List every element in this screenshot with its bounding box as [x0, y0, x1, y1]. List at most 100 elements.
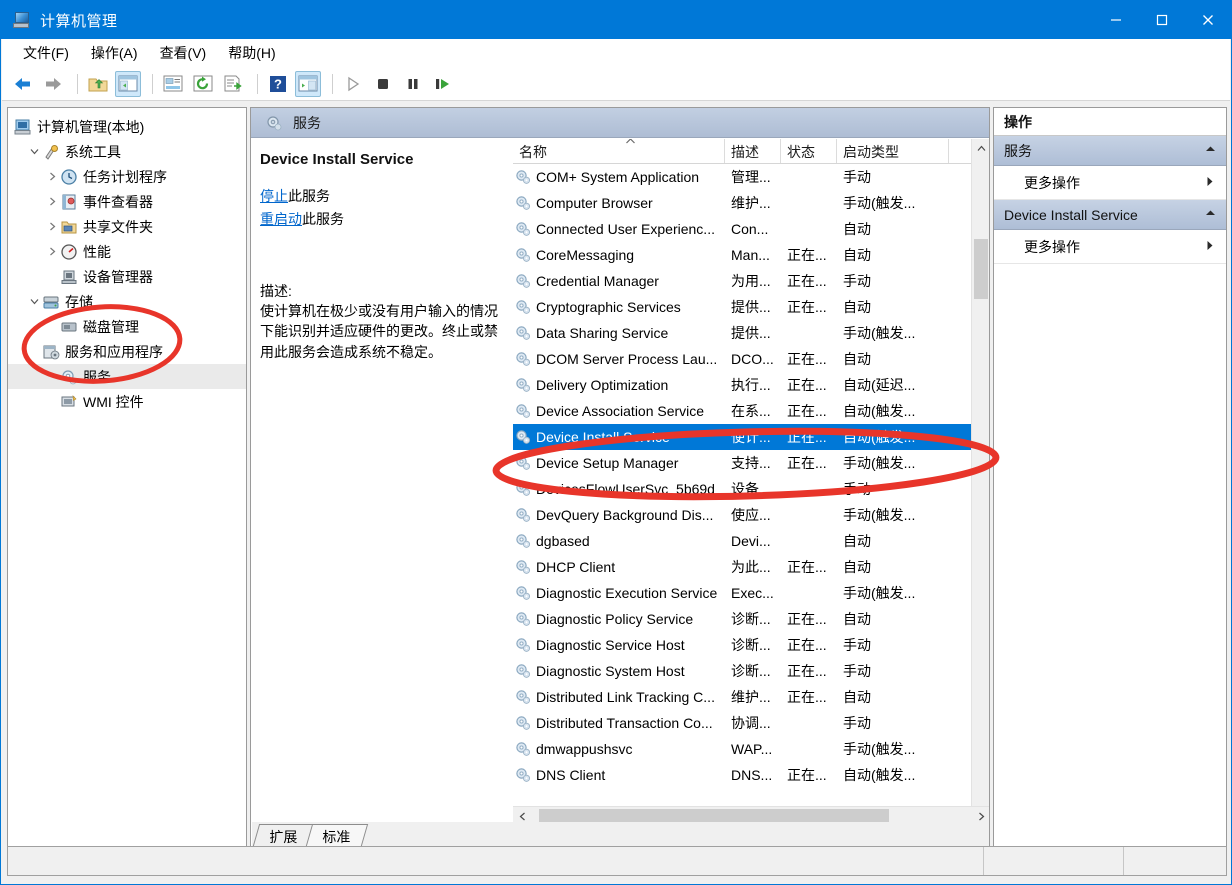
tree-item-shared-folders[interactable]: 共享文件夹: [8, 214, 246, 239]
stop-service-suffix: 此服务: [288, 188, 330, 204]
menu-view[interactable]: 查看(V): [149, 39, 218, 67]
play-icon-button[interactable]: [340, 71, 366, 97]
chevron-right-icon[interactable]: [1206, 176, 1214, 190]
table-row[interactable]: Credential Manager 为用... 正在... 手动: [513, 268, 972, 294]
services-list-vertical-scrollbar[interactable]: [971, 139, 989, 824]
chevron-right-icon[interactable]: [44, 194, 60, 210]
forward-button[interactable]: [40, 71, 66, 97]
window-title: 计算机管理: [40, 12, 118, 30]
table-row[interactable]: dmwappushsvc WAP... 手动(触发...: [513, 736, 972, 762]
tree-item-performance[interactable]: 性能: [8, 239, 246, 264]
cell-service-name: Connected User Experienc...: [513, 221, 725, 237]
folder-up-icon-button[interactable]: [85, 71, 111, 97]
tree-item-wmi-control[interactable]: WMI 控件: [8, 389, 246, 414]
cell-startup-type: 手动: [843, 169, 871, 185]
help-icon-button[interactable]: ?: [265, 71, 291, 97]
table-row[interactable]: Device Setup Manager 支持... 正在... 手动(触发...: [513, 450, 972, 476]
menu-file[interactable]: 文件(F): [12, 39, 80, 67]
table-row[interactable]: Computer Browser 维护... 手动(触发...: [513, 190, 972, 216]
close-button[interactable]: [1185, 1, 1231, 39]
action-more-actions-selected-service[interactable]: 更多操作: [994, 230, 1226, 264]
table-row[interactable]: Connected User Experienc... Con... 自动: [513, 216, 972, 242]
task-scheduler-icon: [60, 168, 78, 186]
horizontal-scroll-thumb[interactable]: [539, 809, 889, 823]
column-name[interactable]: 名称: [513, 139, 725, 163]
column-description[interactable]: 描述: [725, 139, 781, 163]
back-button[interactable]: [10, 71, 36, 97]
table-row[interactable]: DevQuery Background Dis... 使应... 手动(触发...: [513, 502, 972, 528]
tree-item-computer-management[interactable]: 计算机管理(本地): [8, 114, 246, 139]
action-more-actions-services[interactable]: 更多操作: [994, 166, 1226, 200]
tree-label: 计算机管理(本地): [37, 118, 145, 135]
toolbar-separator-4: [332, 73, 333, 94]
chevron-up-icon[interactable]: [1205, 145, 1216, 156]
cell-startup-type: 手动: [843, 481, 871, 497]
chevron-down-icon[interactable]: [26, 294, 42, 310]
table-row[interactable]: Diagnostic Execution Service Exec... 手动(触发…: [513, 580, 972, 606]
table-row[interactable]: Data Sharing Service 提供... 手动(触发...: [513, 320, 972, 346]
tree-item-task-scheduler[interactable]: 任务计划程序: [8, 164, 246, 189]
table-row[interactable]: Delivery Optimization 执行... 正在... 自动(延迟...: [513, 372, 972, 398]
menu-action[interactable]: 操作(A): [80, 39, 149, 67]
table-row[interactable]: DHCP Client 为此... 正在... 自动: [513, 554, 972, 580]
minimize-button[interactable]: [1093, 1, 1139, 39]
tree-item-device-manager[interactable]: 设备管理器: [8, 264, 246, 289]
action-group-services[interactable]: 服务: [994, 136, 1226, 166]
table-row[interactable]: Distributed Transaction Co... 协调... 手动: [513, 710, 972, 736]
table-row[interactable]: Diagnostic Service Host 诊断... 正在... 手动: [513, 632, 972, 658]
table-row[interactable]: DCOM Server Process Lau... DCO... 正在... 自动: [513, 346, 972, 372]
cell-service-name: COM+ System Application: [513, 169, 725, 185]
tree-item-services-and-applications[interactable]: 服务和应用程序: [8, 339, 246, 364]
table-row[interactable]: Diagnostic Policy Service 诊断... 正在... 自动: [513, 606, 972, 632]
table-row[interactable]: Diagnostic System Host 诊断... 正在... 手动: [513, 658, 972, 684]
tree-item-storage[interactable]: 存储: [8, 289, 246, 314]
menu-help[interactable]: 帮助(H): [217, 39, 286, 67]
refresh-icon-button[interactable]: [190, 71, 216, 97]
properties-icon-button[interactable]: [160, 71, 186, 97]
service-name-label: Device Setup Manager: [536, 455, 679, 471]
services-icon: [60, 368, 78, 386]
table-row[interactable]: COM+ System Application 管理... 手动: [513, 164, 972, 190]
cell-status: 正在...: [787, 247, 827, 263]
tab-standard[interactable]: 标准: [305, 824, 369, 846]
restart-service-link[interactable]: 重启动: [260, 211, 302, 227]
maximize-button[interactable]: [1139, 1, 1185, 39]
vertical-scroll-thumb[interactable]: [974, 239, 988, 299]
chevron-right-icon[interactable]: [44, 219, 60, 235]
table-row[interactable]: CoreMessaging Man... 正在... 自动: [513, 242, 972, 268]
table-row[interactable]: DNS Client DNS... 正在... 自动(触发...: [513, 762, 972, 788]
chevron-right-icon[interactable]: [44, 169, 60, 185]
table-row[interactable]: dgbased Devi... 自动: [513, 528, 972, 554]
cell-status: 正在...: [787, 663, 827, 679]
tab-extended[interactable]: 扩展: [252, 824, 315, 846]
table-row[interactable]: Device Association Service 在系... 正在... 自动(触…: [513, 398, 972, 424]
pause-icon-button[interactable]: [400, 71, 426, 97]
table-row[interactable]: Device Install Service 使计... 正在... 自动(触发...: [513, 424, 972, 450]
service-name-label: Cryptographic Services: [536, 299, 681, 315]
cell-description: 提供...: [731, 325, 771, 341]
export-list-icon-button[interactable]: [220, 71, 246, 97]
restart-icon-button[interactable]: [430, 71, 456, 97]
chevron-right-icon[interactable]: [1206, 240, 1214, 254]
tree-label: 磁盘管理: [83, 318, 139, 335]
console-tree-icon-button[interactable]: [115, 70, 141, 97]
chevron-right-icon[interactable]: [44, 244, 60, 260]
action-group-selected-service[interactable]: Device Install Service: [994, 200, 1226, 230]
chevron-up-icon[interactable]: [1205, 209, 1216, 220]
table-row[interactable]: Distributed Link Tracking C... 维护... 正在...…: [513, 684, 972, 710]
chevron-down-icon[interactable]: [26, 144, 42, 160]
cell-status: 正在...: [787, 637, 827, 653]
action-pane-icon-button[interactable]: [295, 70, 321, 97]
tree-item-system-tools[interactable]: 系统工具: [8, 139, 246, 164]
table-row[interactable]: DevicesFlowUserSvc_5b69d 设备... 手动: [513, 476, 972, 502]
stop-service-link[interactable]: 停止: [260, 188, 288, 204]
toolbar-separator-2: [152, 73, 153, 94]
table-row[interactable]: Cryptographic Services 提供... 正在... 自动: [513, 294, 972, 320]
column-status[interactable]: 状态: [781, 139, 837, 163]
tree-item-event-viewer[interactable]: 事件查看器: [8, 189, 246, 214]
tree-item-disk-management[interactable]: 磁盘管理: [8, 314, 246, 339]
scroll-up-icon[interactable]: [972, 139, 989, 157]
column-startup-type[interactable]: 启动类型: [837, 139, 949, 163]
tree-item-services[interactable]: 服务: [8, 364, 246, 389]
stop-icon-button[interactable]: [370, 71, 396, 97]
